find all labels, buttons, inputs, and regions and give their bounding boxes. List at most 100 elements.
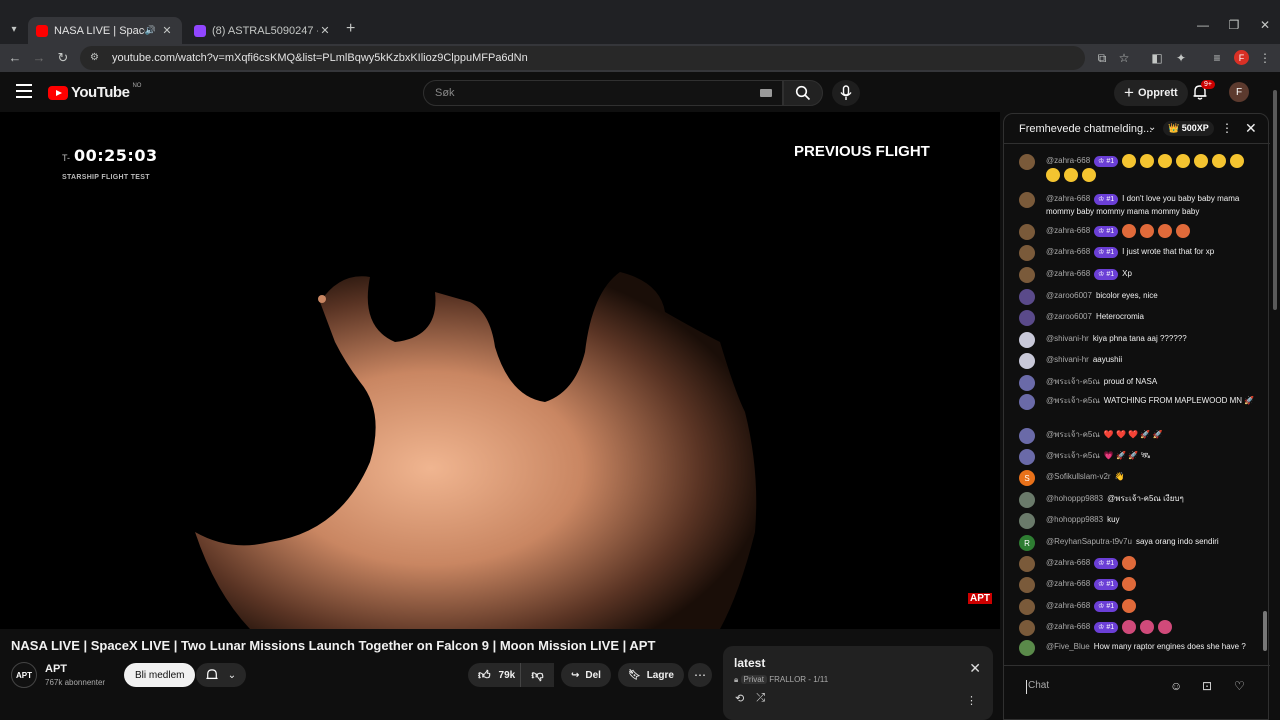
- search-button[interactable]: [783, 80, 823, 106]
- channel-name[interactable]: APT: [45, 663, 67, 675]
- share-button[interactable]: ↪ Del: [561, 663, 611, 687]
- shuffle-icon[interactable]: ⤮: [756, 692, 765, 705]
- browser-tab-active[interactable]: NASA LIVE | SpaceX LIVE | T 🔊 ✕: [28, 17, 182, 44]
- chat-author-avatar[interactable]: [1019, 513, 1035, 529]
- page-scroll-thumb[interactable]: [1273, 90, 1277, 310]
- chat-author-avatar[interactable]: [1019, 245, 1035, 261]
- xp-badge[interactable]: 👑 500XP: [1163, 121, 1214, 136]
- voice-search-button[interactable]: [832, 80, 860, 106]
- chat-author-avatar[interactable]: [1019, 224, 1035, 240]
- extensions-puzzle-icon[interactable]: ✦: [1173, 51, 1189, 65]
- chat-author-avatar[interactable]: [1019, 449, 1035, 465]
- chat-close-icon[interactable]: ✕: [1245, 120, 1257, 137]
- subscription-notification-button[interactable]: ⌄: [196, 663, 246, 687]
- super-chat-icon[interactable]: ⊡: [1202, 679, 1212, 693]
- chat-author-avatar[interactable]: [1019, 428, 1035, 444]
- minimize-icon[interactable]: —: [1188, 18, 1218, 32]
- chat-more-icon[interactable]: ⋮: [1221, 121, 1233, 135]
- chat-author-avatar[interactable]: [1019, 154, 1035, 170]
- site-info-icon[interactable]: ⚙: [90, 52, 102, 64]
- chat-scrollbar[interactable]: [1263, 146, 1268, 666]
- browser-tab-twitch[interactable]: (8) ASTRAL5090247 - Twitch ✕: [186, 17, 340, 44]
- chat-author-avatar[interactable]: [1019, 267, 1035, 283]
- chat-author-avatar[interactable]: [1019, 353, 1035, 369]
- playlist-more-icon[interactable]: ⋮: [966, 694, 977, 707]
- chat-author-name[interactable]: @hohoppp9883: [1046, 515, 1103, 524]
- tab-close-icon[interactable]: ✕: [160, 24, 174, 37]
- chat-author-name[interactable]: @Sofikullslam-v2r: [1046, 472, 1111, 481]
- channel-watermark[interactable]: APT: [968, 593, 992, 604]
- search-input[interactable]: Søk: [423, 80, 783, 106]
- loop-icon[interactable]: ⟲: [735, 692, 744, 705]
- chat-author-name[interactable]: @hohoppp9883: [1046, 494, 1103, 503]
- account-avatar[interactable]: F: [1229, 82, 1249, 102]
- chat-author-name[interactable]: @shivani-hr: [1046, 334, 1089, 343]
- emoji-icon[interactable]: ☺: [1170, 679, 1182, 693]
- install-app-icon[interactable]: ⧉: [1094, 51, 1110, 66]
- address-bar[interactable]: ⚙ youtube.com/watch?v=mXqfi6csKMQ&list=P…: [80, 46, 1085, 70]
- chat-author-name[interactable]: @zahra-668: [1046, 558, 1090, 567]
- maximize-icon[interactable]: ❐: [1219, 18, 1249, 32]
- chat-author-name[interactable]: @พระเจ้า-ค5ณ: [1046, 377, 1100, 386]
- chat-mode-title[interactable]: Fremhevede chatmelding...: [1019, 123, 1152, 135]
- browser-menu-icon[interactable]: ⋮: [1257, 51, 1273, 65]
- forward-icon[interactable]: →: [30, 50, 48, 65]
- window-close-icon[interactable]: ✕: [1250, 18, 1280, 32]
- chevron-down-icon[interactable]: ⌄: [1148, 122, 1156, 133]
- chat-author-name[interactable]: @zahra-668: [1046, 194, 1090, 203]
- audio-playing-icon[interactable]: 🔊: [145, 25, 156, 36]
- tab-close-icon[interactable]: ✕: [318, 24, 332, 37]
- chat-author-name[interactable]: @พระเจ้า-ค5ณ: [1046, 430, 1100, 439]
- playlist-close-icon[interactable]: ✕: [969, 660, 981, 677]
- chat-author-name[interactable]: @zahra-668: [1046, 601, 1090, 610]
- playlist-title[interactable]: latest: [734, 656, 982, 670]
- chat-author-name[interactable]: @zaroo6007: [1046, 291, 1092, 300]
- chat-author-name[interactable]: @Five_Blue: [1046, 642, 1090, 651]
- chat-author-avatar[interactable]: [1019, 192, 1035, 208]
- chat-author-name[interactable]: @zaroo6007: [1046, 312, 1092, 321]
- chat-author-name[interactable]: @พระเจ้า-ค5ณ: [1046, 396, 1100, 405]
- join-membership-button[interactable]: Bli medlem: [124, 663, 196, 687]
- chat-author-avatar[interactable]: [1019, 640, 1035, 656]
- hamburger-menu-icon[interactable]: [16, 84, 32, 98]
- chat-author-avatar[interactable]: [1019, 375, 1035, 391]
- chat-author-avatar[interactable]: [1019, 332, 1035, 348]
- chat-author-avatar[interactable]: [1019, 620, 1035, 636]
- media-controls-icon[interactable]: ≡: [1209, 51, 1225, 65]
- chat-scroll-thumb[interactable]: [1263, 611, 1267, 651]
- chat-input[interactable]: Chat: [1026, 680, 1166, 694]
- page-scrollbar[interactable]: [1270, 72, 1280, 720]
- chat-author-avatar[interactable]: [1019, 599, 1035, 615]
- chat-author-avatar[interactable]: [1019, 310, 1035, 326]
- save-button[interactable]: 🔖︎ Lagre: [618, 663, 684, 687]
- chat-author-name[interactable]: @zahra-668: [1046, 156, 1090, 165]
- tab-search-chevron-icon[interactable]: ▾: [4, 19, 24, 39]
- chat-author-name[interactable]: @ReyhanSaputra-t9v7u: [1046, 537, 1132, 546]
- chat-author-avatar[interactable]: [1019, 289, 1035, 305]
- chat-author-avatar[interactable]: [1019, 492, 1035, 508]
- chat-author-name[interactable]: @zahra-668: [1046, 247, 1090, 256]
- chat-author-name[interactable]: @zahra-668: [1046, 622, 1090, 631]
- keyboard-icon[interactable]: [760, 89, 772, 97]
- create-button[interactable]: + Opprett: [1114, 80, 1188, 106]
- browser-profile-avatar[interactable]: F: [1234, 50, 1249, 65]
- chat-author-name[interactable]: @zahra-668: [1046, 269, 1090, 278]
- more-actions-icon[interactable]: ⋯: [688, 663, 712, 687]
- youtube-logo[interactable]: YouTube NO: [48, 83, 141, 101]
- chat-author-avatar[interactable]: S: [1019, 470, 1035, 486]
- chat-author-avatar[interactable]: [1019, 556, 1035, 572]
- reload-icon[interactable]: ↻: [54, 50, 72, 66]
- back-icon[interactable]: ←: [6, 50, 24, 65]
- heart-icon[interactable]: ♡: [1234, 679, 1245, 693]
- chat-author-avatar[interactable]: [1019, 394, 1035, 410]
- chat-author-name[interactable]: @zahra-668: [1046, 226, 1090, 235]
- channel-avatar[interactable]: APT: [11, 662, 37, 688]
- chat-author-name[interactable]: @zahra-668: [1046, 579, 1090, 588]
- chat-author-name[interactable]: @shivani-hr: [1046, 355, 1089, 364]
- chat-author-name[interactable]: @พระเจ้า-ค5ณ: [1046, 451, 1100, 460]
- dislike-button[interactable]: 👎︎: [520, 663, 554, 687]
- bookmark-star-icon[interactable]: ☆: [1116, 51, 1132, 65]
- extension-icon[interactable]: ◧: [1149, 51, 1165, 65]
- new-tab-icon[interactable]: +: [346, 20, 355, 38]
- notifications-button[interactable]: 9+: [1193, 80, 1215, 105]
